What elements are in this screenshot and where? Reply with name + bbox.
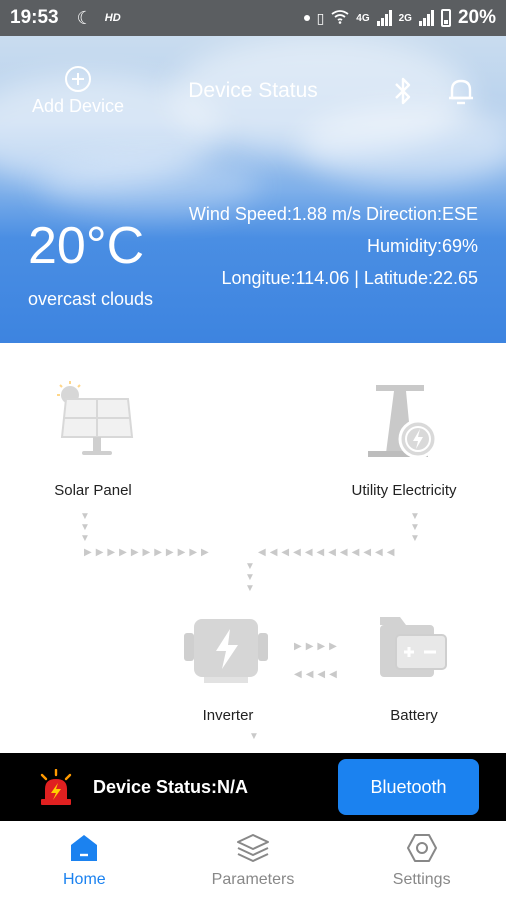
location-info: Longitue:114.06 | Latitude:22.65 <box>221 268 478 288</box>
energy-flow-diagram: Solar Panel Utility Electricity ▼ ▼ ▼ ▼ ▼ ▼ … <box>0 343 506 753</box>
signal-icon <box>376 10 392 26</box>
solar-panel-icon <box>52 379 136 464</box>
weather-condition: overcast clouds <box>28 289 154 309</box>
humidity-info: Humidity:69% <box>366 236 478 256</box>
battery-label: Battery <box>390 707 438 724</box>
inverter-icon <box>184 613 272 692</box>
utility-down-arrow-icon: ▼ ▼ ▼ <box>410 511 420 544</box>
network-4g-label: 4G <box>356 12 370 24</box>
wifi-icon <box>331 9 349 27</box>
tab-home[interactable]: Home <box>0 821 169 900</box>
settings-icon <box>406 834 437 862</box>
center-down-arrow-icon: ▼ ▼ ▼ <box>245 561 255 594</box>
bluetooth-icon[interactable] <box>389 76 417 111</box>
page-title: Device Status <box>188 79 318 102</box>
notification-dot-icon <box>303 15 310 21</box>
tab-parameters-label: Parameters <box>211 871 295 888</box>
bell-icon[interactable] <box>446 76 476 111</box>
wind-info: Wind Speed:1.88 m/s Direction:ESE <box>188 204 478 224</box>
temperature: 20°C <box>28 217 145 275</box>
bluetooth-button[interactable]: Bluetooth <box>338 759 479 815</box>
tab-home-label: Home <box>62 871 106 888</box>
utility-electricity-label: Utility Electricity <box>351 482 457 499</box>
layers-icon <box>237 834 269 862</box>
device-status-bar: Device Status:N/A Bluetooth <box>0 753 506 821</box>
vibrate-icon: ▯ <box>316 9 325 26</box>
clock: 19:53 <box>10 7 59 28</box>
solar-down-arrow-icon: ▼ ▼ ▼ <box>80 511 90 544</box>
home-icon <box>71 835 98 861</box>
tab-settings-label: Settings <box>392 871 451 888</box>
moon-icon: ☾ <box>76 7 93 28</box>
alarm-siren-icon <box>37 768 75 812</box>
solar-panel-label: Solar Panel <box>54 482 132 499</box>
network-2g-label: 2G <box>398 12 412 24</box>
bottom-tab-bar: Home Parameters Settings <box>0 821 506 900</box>
inverter-down-arrow-icon: ▼ <box>249 731 259 742</box>
device-status-text: Device Status:N/A <box>93 777 249 797</box>
utility-left-arrows-icon: ◀ ◀ ◀ ◀ ◀ ◀ ◀ ◀ ◀ ◀ ◀ ◀ <box>258 547 395 558</box>
battery-storage-icon <box>376 611 450 686</box>
battery-icon <box>440 9 451 27</box>
tab-parameters[interactable]: Parameters <box>169 821 338 900</box>
inverter-to-battery-arrows-icon: ▶ ▶ ▶ ▶ <box>294 641 337 652</box>
inverter-label: Inverter <box>202 707 254 724</box>
signal-icon-2 <box>418 10 434 26</box>
solar-right-arrows-icon: ▶ ▶ ▶ ▶ ▶ ▶ ▶ ▶ ▶ ▶ ▶ <box>84 547 209 558</box>
tab-settings[interactable]: Settings <box>337 821 506 900</box>
system-status-bar: 19:53 ☾ HD ▯ 4G 2G 20% <box>0 0 506 36</box>
battery-percent: 20% <box>457 7 496 28</box>
hd-icon: HD <box>104 12 121 24</box>
weather-header: Add Device Device Status 20°C overcast c… <box>0 36 506 343</box>
utility-tower-icon <box>366 381 442 466</box>
battery-to-inverter-arrows-icon: ◀ ◀ ◀ ◀ <box>294 669 337 680</box>
